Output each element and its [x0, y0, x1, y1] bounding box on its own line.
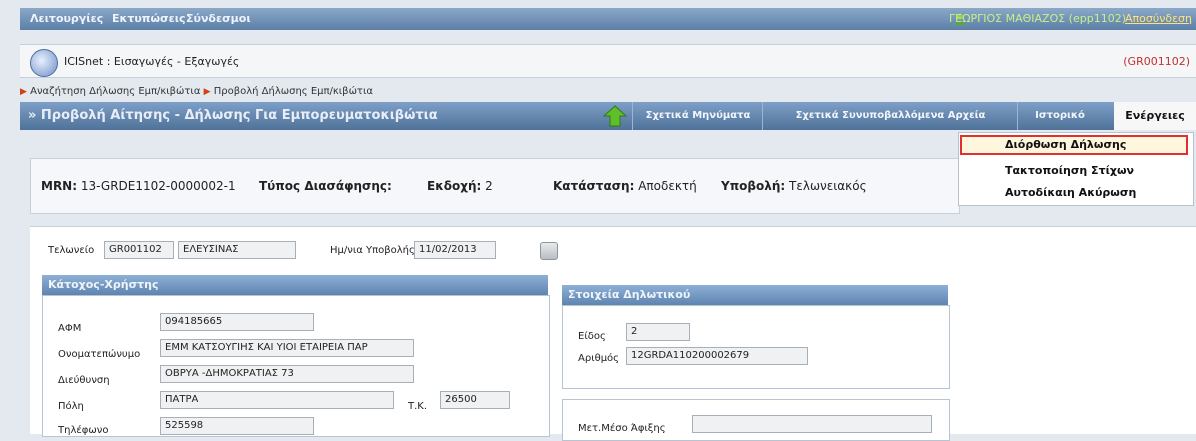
menu-functions[interactable]: Λειτουργίες	[30, 12, 103, 25]
menu-item-arrange-lines[interactable]: Τακτοποίηση Στίχων	[1005, 164, 1134, 177]
tk-label: Τ.Κ.	[408, 401, 428, 412]
address-label: Διεύθυνση	[58, 375, 110, 386]
holder-panel-header: Κάτοχος-Χρήστης	[42, 275, 548, 295]
phone-label: Τηλέφωνο	[58, 425, 109, 436]
transport-field[interactable]	[692, 415, 932, 433]
status-value: Αποδεκτή	[638, 179, 697, 193]
phone-field[interactable]: 525598	[160, 417, 314, 435]
submission-label: Υποβολή:	[721, 179, 786, 193]
type-label: Τύπος Διασάφησης:	[259, 179, 392, 193]
version-value: 2	[485, 179, 493, 193]
app-header: ICISnet : Εισαγωγές - Εξαγωγές (GR001102…	[20, 44, 1196, 78]
submission-value: Τελωνειακός	[789, 179, 867, 193]
mrn-value: 13-GRDE1102-0000002-1	[80, 179, 236, 193]
menu-links[interactable]: Σύνδεσμοι	[186, 12, 251, 25]
city-field[interactable]: ΠΑΤΡΑ	[160, 391, 394, 409]
related-messages-button[interactable]: Σχετικά Μηνύματα	[632, 102, 763, 130]
logout-link[interactable]: Αποσύνδεση	[1125, 12, 1192, 25]
menu-item-correct-declaration[interactable]: Διόρθωση Δήλωσης	[1005, 138, 1126, 151]
status-label: Κατάσταση:	[553, 179, 635, 193]
mrn-label: MRN:	[41, 179, 78, 193]
arrow-right-icon: ▶	[203, 87, 211, 97]
city-label: Πόλη	[58, 401, 84, 412]
number-field[interactable]: 12GRDA110200002679	[626, 347, 808, 365]
transport-label: Μετ.Μέσο Άφιξης	[578, 423, 666, 434]
related-files-button[interactable]: Σχετικά Συνυποβαλλόμενα Αρχεία	[762, 102, 1018, 130]
form-area: Τελωνείο GR001102 ΕΛΕΥΣΙΝΑΣ Ημ/νια Υποβο…	[30, 226, 1196, 441]
afm-label: ΑΦΜ	[58, 323, 82, 334]
afm-field[interactable]: 094185665	[160, 313, 314, 331]
top-menu-bar: Λειτουργίες Εκτυπώσεις Σύνδεσμοι ΓΕΩΡΓΙΟ…	[20, 8, 1196, 30]
number-label: Αριθμός	[578, 353, 620, 364]
date-label: Ημ/νια Υποβολής	[330, 245, 415, 256]
breadcrumb-item-view[interactable]: Προβολή Δήλωσης Εμπ/κιβώτια	[214, 86, 373, 97]
declaration-summary: MRN: 13-GRDE1102-0000002-1 Τύπος Διασάφη…	[30, 158, 960, 214]
menu-item-automatic-cancellation[interactable]: Αυτοδίκαιη Ακύρωση	[1005, 186, 1136, 199]
actions-dropdown: Διόρθωση Δήλωσης Τακτοποίηση Στίχων Αυτο…	[958, 132, 1194, 206]
name-field[interactable]: ΕΜΜ ΚΑΤΣΟΥΓΙΗΣ ΚΑΙ ΥΙΟΙ ΕΤΑΙΡΕΙΑ ΠΑΡ	[160, 339, 414, 357]
declaration-panel-header: Στοιχεία Δηλωτικού	[562, 285, 948, 305]
address-field[interactable]: ΟΒΡΥΑ -ΔΗΜΟΚΡΑΤΙΑΣ 73	[160, 365, 414, 383]
kind-label: Είδος	[578, 331, 606, 342]
history-button[interactable]: Ιστορικό	[1017, 102, 1102, 130]
version-label: Εκδοχή:	[427, 179, 482, 193]
icisnet-logo-icon	[30, 49, 58, 77]
customs-label: Τελωνείο	[48, 245, 95, 256]
breadcrumb: ▶ Αναζήτηση Δήλωσης Εμπ/κιβώτια ▶ Προβολ…	[20, 86, 373, 97]
up-arrow-icon[interactable]	[595, 105, 635, 127]
section-title: » Προβολή Αίτησης - Δήλωσης Για Εμπορευμ…	[28, 108, 438, 123]
calendar-icon[interactable]	[540, 242, 558, 260]
name-label: Ονοματεπώνυμο	[58, 349, 141, 360]
section-bar: » Προβολή Αίτησης - Δήλωσης Για Εμπορευμ…	[20, 102, 1196, 130]
menu-prints[interactable]: Εκτυπώσεις	[112, 12, 186, 25]
submission-date-field[interactable]: 11/02/2013	[414, 241, 496, 259]
customs-code-field[interactable]: GR001102	[104, 241, 174, 259]
customs-name-field[interactable]: ΕΛΕΥΣΙΝΑΣ	[178, 241, 296, 259]
app-title: ICISnet : Εισαγωγές - Εξαγωγές	[64, 55, 240, 68]
actions-button[interactable]: Ενέργειες	[1114, 102, 1196, 130]
user-name: ΓΕΩΡΓΙΟΣ ΜΑΘΙΑΖΟΣ (epp1102)	[949, 12, 1126, 25]
tk-field[interactable]: 26500	[440, 391, 510, 409]
breadcrumb-item-search[interactable]: Αναζήτηση Δήλωσης Εμπ/κιβώτια	[30, 86, 200, 97]
kind-field[interactable]: 2	[626, 323, 690, 341]
arrow-right-icon: ▶	[20, 87, 27, 97]
office-code: (GR001102)	[1123, 55, 1190, 68]
